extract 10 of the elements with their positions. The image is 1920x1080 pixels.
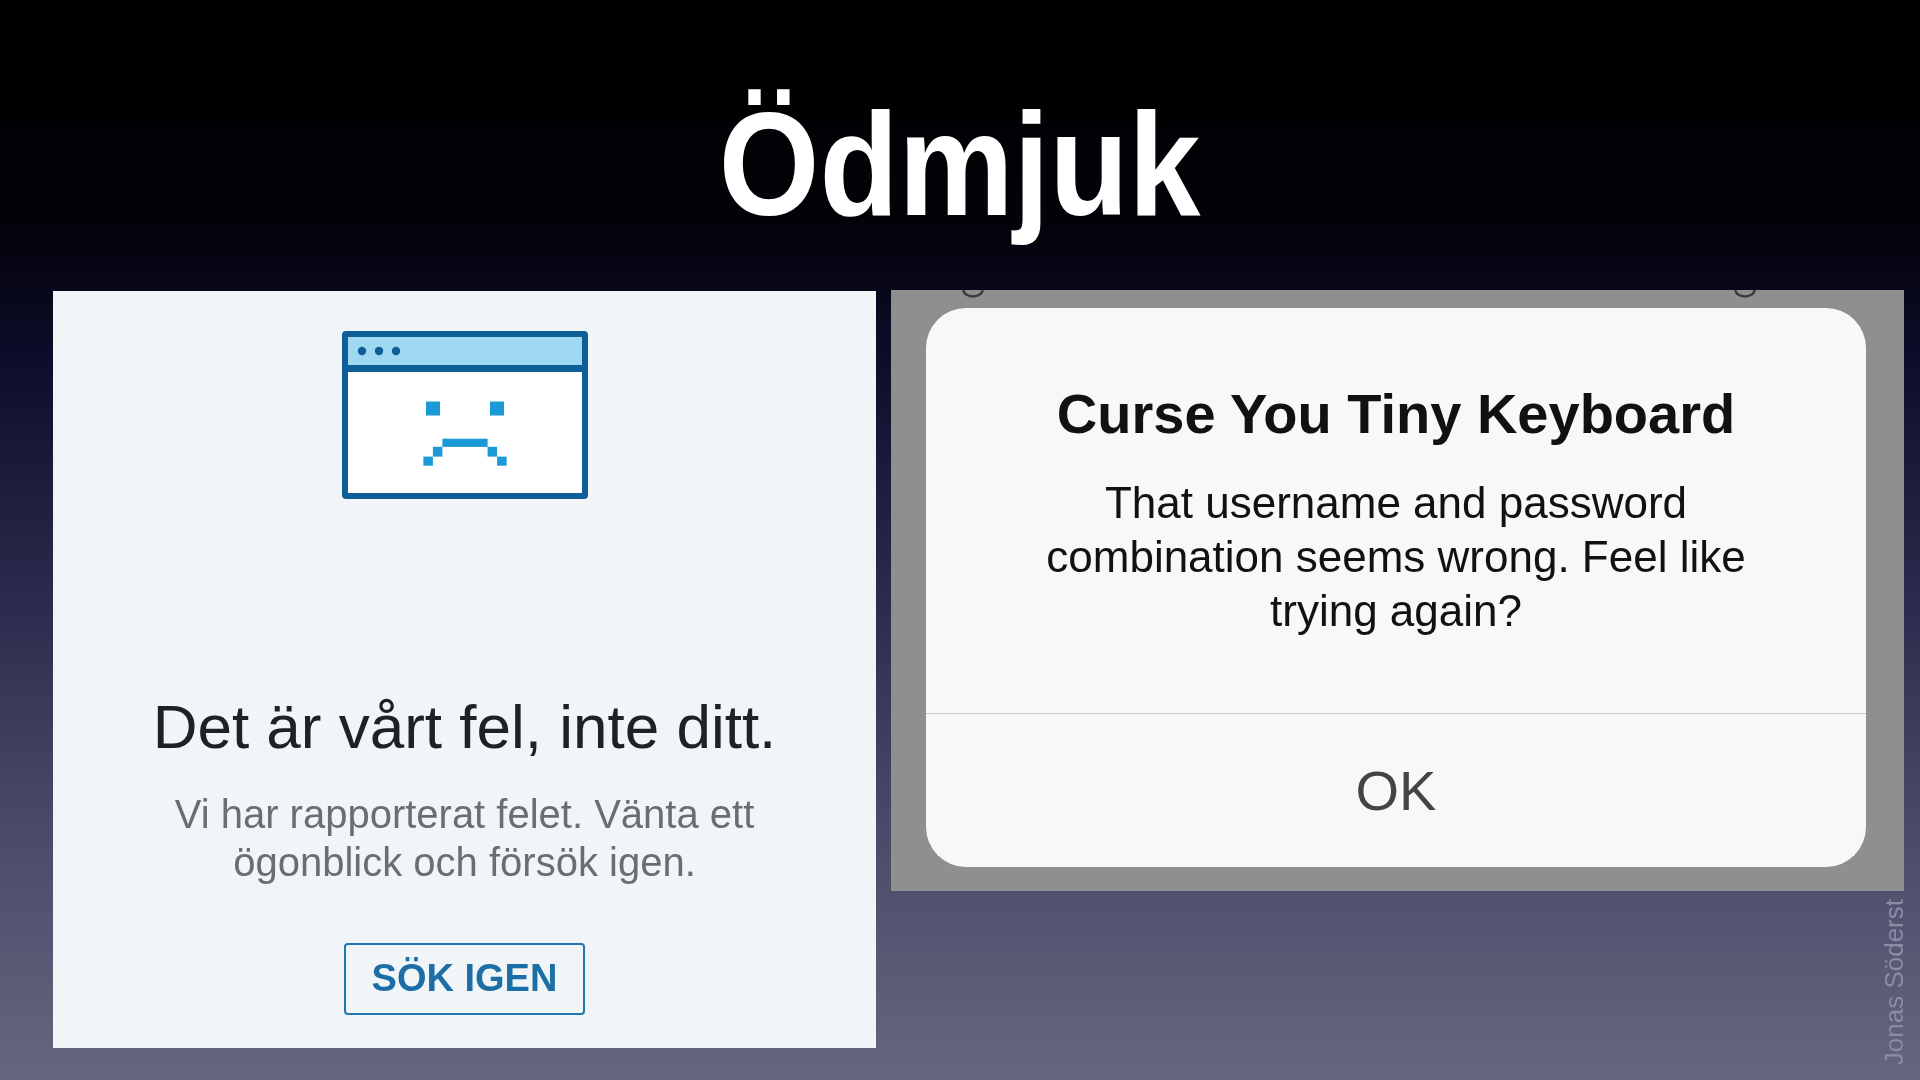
ok-button[interactable]: OK [1331,752,1461,829]
slide-title: Ödmjuk [719,81,1201,248]
error-heading: Det är vårt fel, inte ditt. [152,691,777,763]
alert-title: Curse You Tiny Keyboard [1055,382,1737,447]
retry-button[interactable]: SÖK IGEN [343,943,586,1015]
error-message: Vi har rapporterat felet. Vänta ett ögonblick och försök igen. [173,791,756,887]
partial-ring-icon [1734,290,1756,298]
alert-message: That username and password combination seems wrong. Feel like trying again? [1045,477,1747,638]
sad-browser-window-icon [341,331,588,499]
partial-ring-icon [962,290,984,298]
